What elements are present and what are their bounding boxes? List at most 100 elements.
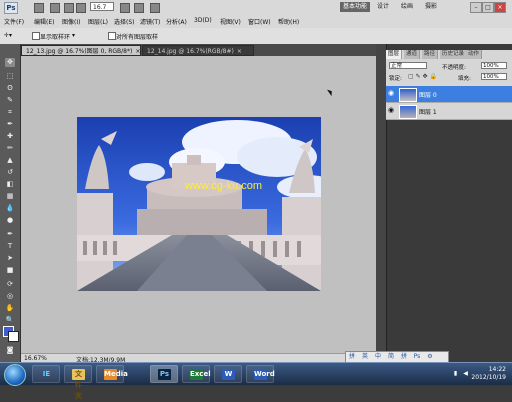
screen-mode-icon[interactable]	[150, 3, 160, 13]
menu-view[interactable]: 视图(V)	[220, 17, 241, 26]
tab-actions[interactable]: 动作	[466, 50, 483, 59]
mode-photography[interactable]: 摄影	[422, 2, 440, 12]
network-icon[interactable]: ▮	[452, 370, 459, 377]
menu-layer[interactable]: 图层(L)	[88, 17, 108, 26]
menu-image[interactable]: 图像(I)	[62, 17, 80, 26]
watermark-text: www.cg-ku.com	[185, 180, 263, 192]
zoom-level-field[interactable]: 16.7	[90, 2, 114, 11]
menu-help[interactable]: 帮助(H)	[278, 17, 299, 26]
application-bar: Ps 16.7 基本功能 设计 绘画 摄影 – □ ×	[0, 0, 512, 14]
eyedropper-tool-icon[interactable]: ✒	[5, 120, 15, 129]
hand-tool-icon[interactable]: ✋	[5, 304, 15, 313]
lasso-tool-icon[interactable]: ʘ	[5, 84, 15, 93]
tab-channels[interactable]: 通道	[404, 50, 421, 59]
dodge-tool-icon[interactable]: ●	[5, 216, 15, 225]
visibility-eye-icon[interactable]: ◉	[388, 107, 395, 114]
sample-size-select[interactable]: ▾	[72, 32, 75, 39]
sample-ring-checkbox[interactable]	[32, 32, 40, 40]
type-tool-icon[interactable]: T	[5, 242, 15, 251]
quick-mask-icon[interactable]: ◙	[5, 346, 15, 355]
layer-name: 图层 0	[419, 92, 437, 99]
ime-icon[interactable]: 简	[387, 353, 395, 361]
3d-orbit-tool-icon[interactable]: ◎	[5, 292, 15, 301]
tab-close-icon[interactable]: ×	[237, 48, 242, 55]
crop-tool-icon[interactable]: ⌗	[5, 108, 15, 117]
mode-design[interactable]: 设计	[374, 2, 392, 12]
blur-tool-icon[interactable]: 💧	[5, 204, 15, 213]
menu-select[interactable]: 选择(S)	[114, 17, 135, 26]
status-zoom[interactable]: 16.67%	[24, 355, 47, 362]
visibility-eye-icon[interactable]: ◉	[388, 90, 395, 97]
blend-mode-select[interactable]: 正常	[389, 62, 427, 69]
move-tool-icon[interactable]: ✥	[5, 58, 15, 67]
zoom-icon[interactable]	[76, 3, 86, 13]
eraser-tool-icon[interactable]: ◧	[5, 180, 15, 189]
clock-time: 14:22	[488, 366, 506, 373]
healing-brush-tool-icon[interactable]: ✚	[5, 132, 15, 141]
close-button[interactable]: ×	[494, 2, 506, 13]
lock-icons[interactable]: ▢ ✎ ✥ 🔒	[408, 73, 437, 80]
mini-bridge-icon[interactable]	[50, 3, 60, 13]
ime-icon[interactable]: 英	[361, 353, 369, 361]
menu-3d[interactable]: 3D(D)	[194, 17, 212, 24]
tab-12-14-label: 12_14.jpg @ 16.7%(RGB/8#)	[147, 48, 234, 55]
layer-thumbnail	[399, 105, 417, 119]
start-button[interactable]	[4, 364, 26, 386]
menu-filter[interactable]: 滤镜(T)	[140, 17, 160, 26]
clone-stamp-tool-icon[interactable]: ▲	[5, 156, 15, 165]
background-color-swatch[interactable]	[8, 331, 19, 342]
layer-row[interactable]: ◉ 图层 0	[386, 86, 512, 103]
tab-close-icon[interactable]: ×	[135, 48, 140, 55]
document-image[interactable]	[77, 117, 321, 291]
tab-layers[interactable]: 图层	[386, 50, 403, 59]
gradient-tool-icon[interactable]: ▦	[5, 192, 15, 201]
pen-tool-icon[interactable]: ✒	[5, 230, 15, 239]
opacity-field[interactable]: 100%	[481, 62, 507, 69]
excel-icon: Excel	[190, 369, 211, 380]
path-selection-tool-icon[interactable]: ➤	[5, 254, 15, 263]
taskbar-media[interactable]: Media	[96, 365, 128, 383]
taskbar-word-a[interactable]: W	[214, 365, 242, 383]
ime-icon[interactable]: 中	[374, 353, 382, 361]
ime-icon[interactable]: ⚙	[426, 353, 434, 361]
zoom-tool-icon[interactable]: 🔍	[5, 316, 15, 325]
hand-icon[interactable]	[64, 3, 74, 13]
tab-12-13[interactable]: 12_13.jpg @ 16.7%(图层 0, RGB/8*) ×	[21, 45, 141, 56]
mode-essentials[interactable]: 基本功能	[340, 2, 371, 12]
volume-icon[interactable]: ◀	[462, 370, 469, 377]
menu-file[interactable]: 文件(F)	[4, 17, 24, 26]
marquee-tool-icon[interactable]: ⬚	[5, 72, 15, 81]
word-icon: W	[222, 369, 235, 380]
layer-thumbnail	[399, 88, 417, 102]
taskbar-photoshop[interactable]: Ps	[150, 365, 178, 383]
ime-icon[interactable]: 拼	[400, 353, 408, 361]
taskbar-explorer[interactable]: 文件夹	[64, 365, 92, 400]
system-clock[interactable]: 14:22 2012/10/19	[471, 366, 506, 382]
tool-preset-icon[interactable]: ✛▾	[4, 32, 12, 39]
menu-window[interactable]: 窗口(W)	[248, 17, 271, 26]
view-extras-icon[interactable]	[120, 3, 130, 13]
mode-painting[interactable]: 绘画	[398, 2, 416, 12]
fill-field[interactable]: 100%	[481, 73, 507, 80]
taskbar-ie[interactable]: IE	[32, 365, 60, 383]
bridge-icon[interactable]	[34, 3, 44, 13]
menu-analysis[interactable]: 分析(A)	[166, 17, 187, 26]
taskbar-excel[interactable]: Excel	[182, 365, 211, 383]
layer-row[interactable]: ◉ 图层 1	[386, 103, 512, 120]
taskbar-word-b[interactable]: Word	[246, 365, 275, 383]
arrange-documents-icon[interactable]	[134, 3, 144, 13]
ime-icon[interactable]: Ps	[413, 353, 421, 361]
shape-tool-icon[interactable]: ■	[5, 266, 15, 275]
ime-icon[interactable]: 拼	[348, 353, 356, 361]
brush-tool-icon[interactable]: ✏	[5, 144, 15, 153]
minimize-button[interactable]: –	[470, 2, 482, 13]
tab-12-14[interactable]: 12_14.jpg @ 16.7%(RGB/8#) ×	[142, 45, 254, 56]
history-brush-tool-icon[interactable]: ↺	[5, 168, 15, 177]
maximize-button[interactable]: □	[482, 2, 494, 13]
quick-select-tool-icon[interactable]: ✎	[5, 96, 15, 105]
menu-edit[interactable]: 编辑(E)	[34, 17, 54, 26]
3d-rotate-tool-icon[interactable]: ⟳	[5, 280, 15, 289]
tab-history[interactable]: 历史记录	[440, 50, 468, 59]
tab-paths[interactable]: 路径	[422, 50, 439, 59]
all-layers-checkbox[interactable]	[108, 32, 116, 40]
